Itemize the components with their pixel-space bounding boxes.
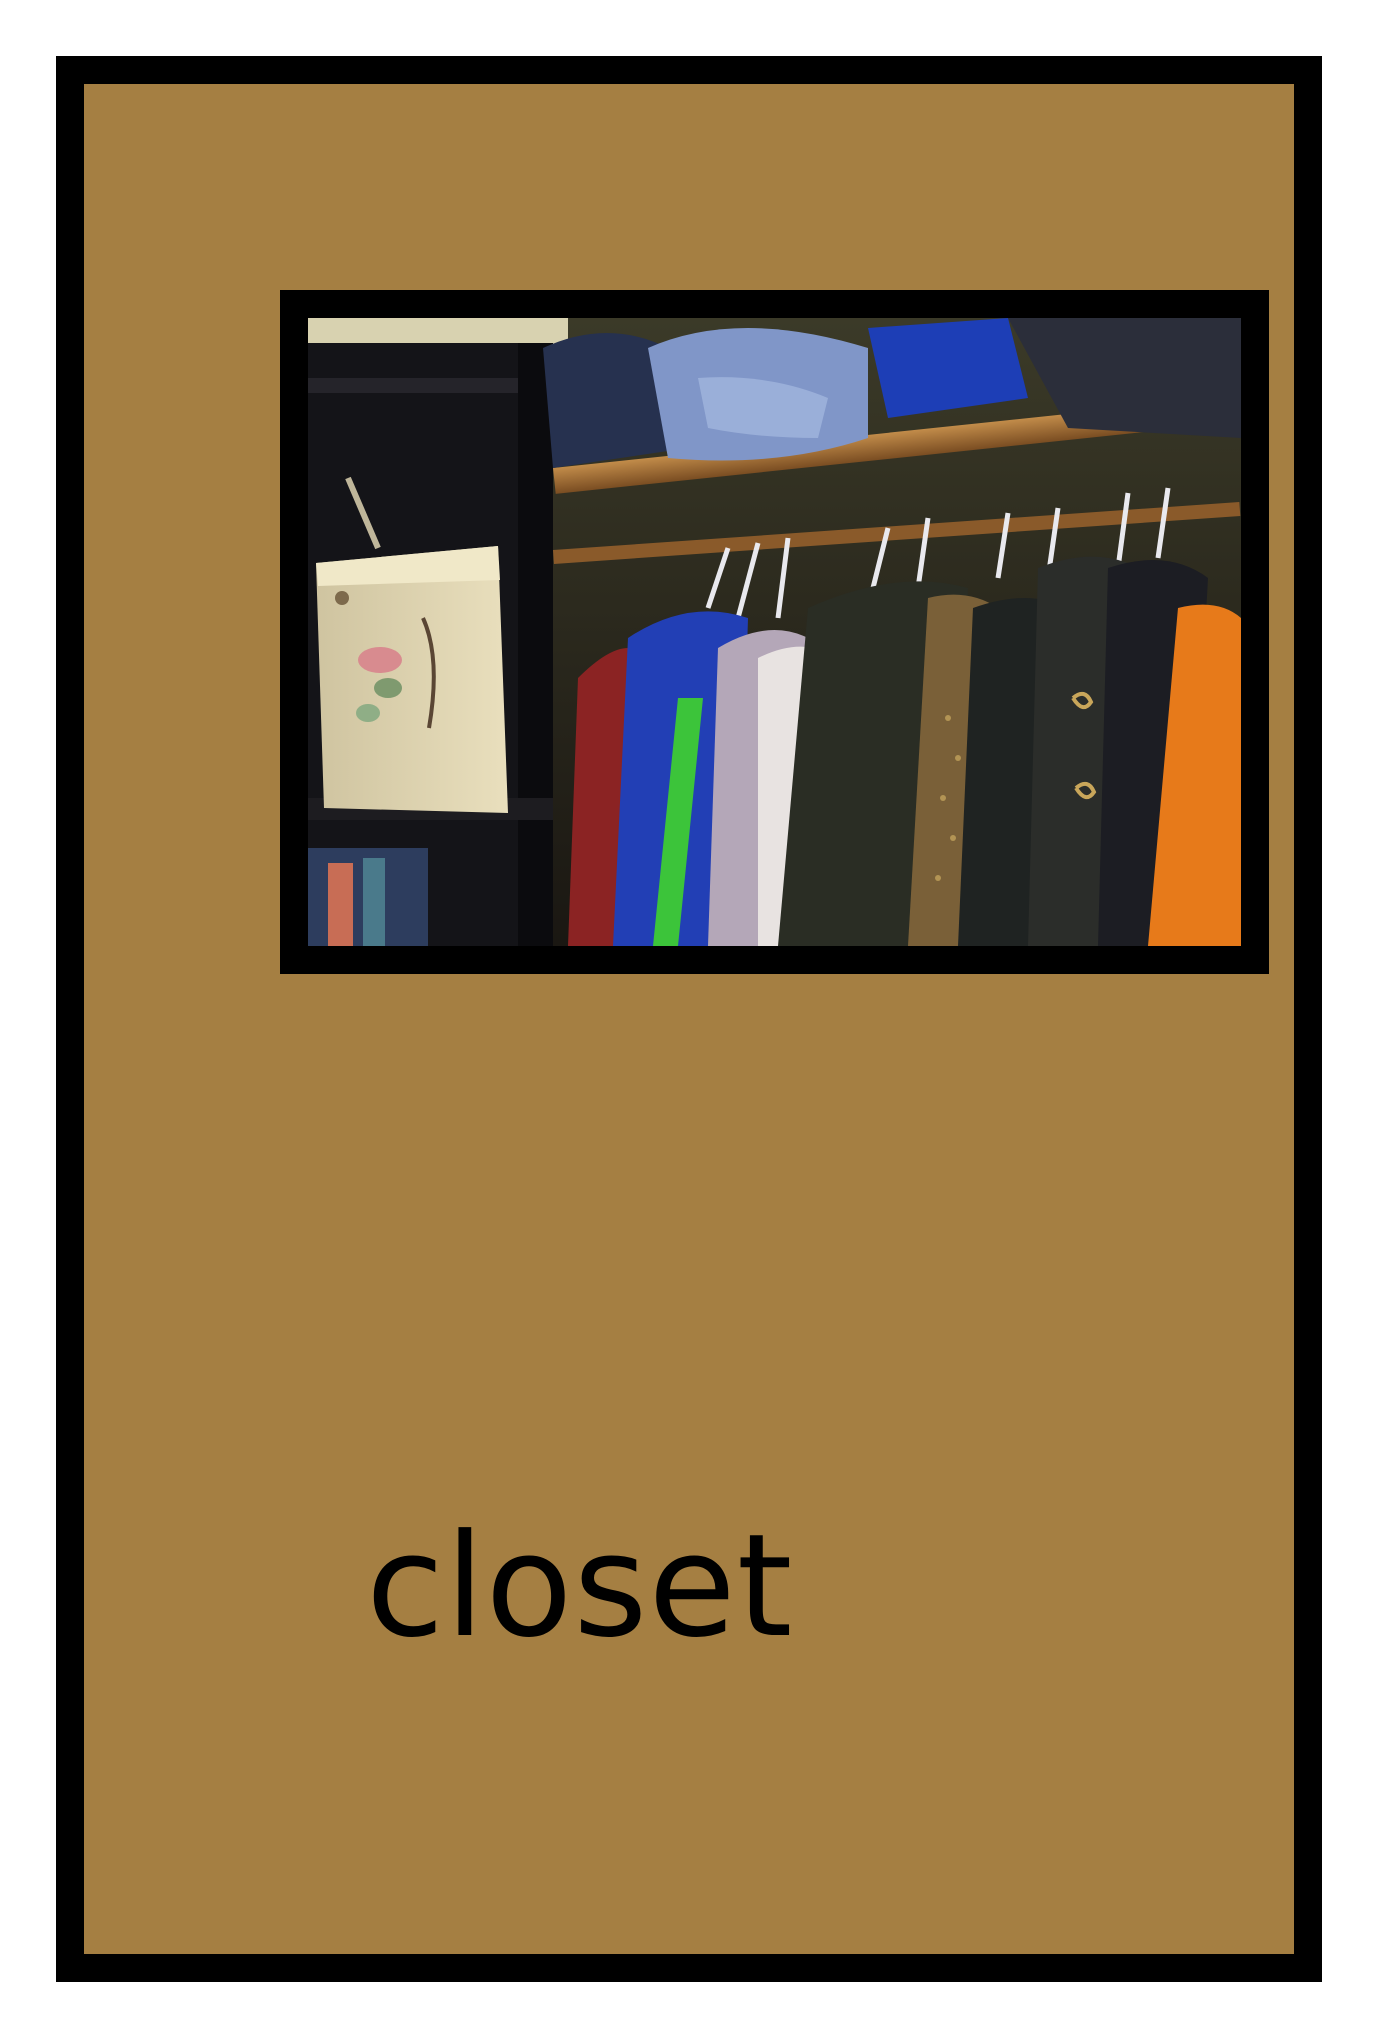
flashcard: closet xyxy=(56,56,1322,1982)
word-label: closet xyxy=(366,1504,794,1669)
closet-photo xyxy=(308,318,1241,946)
photo-frame xyxy=(280,290,1269,974)
